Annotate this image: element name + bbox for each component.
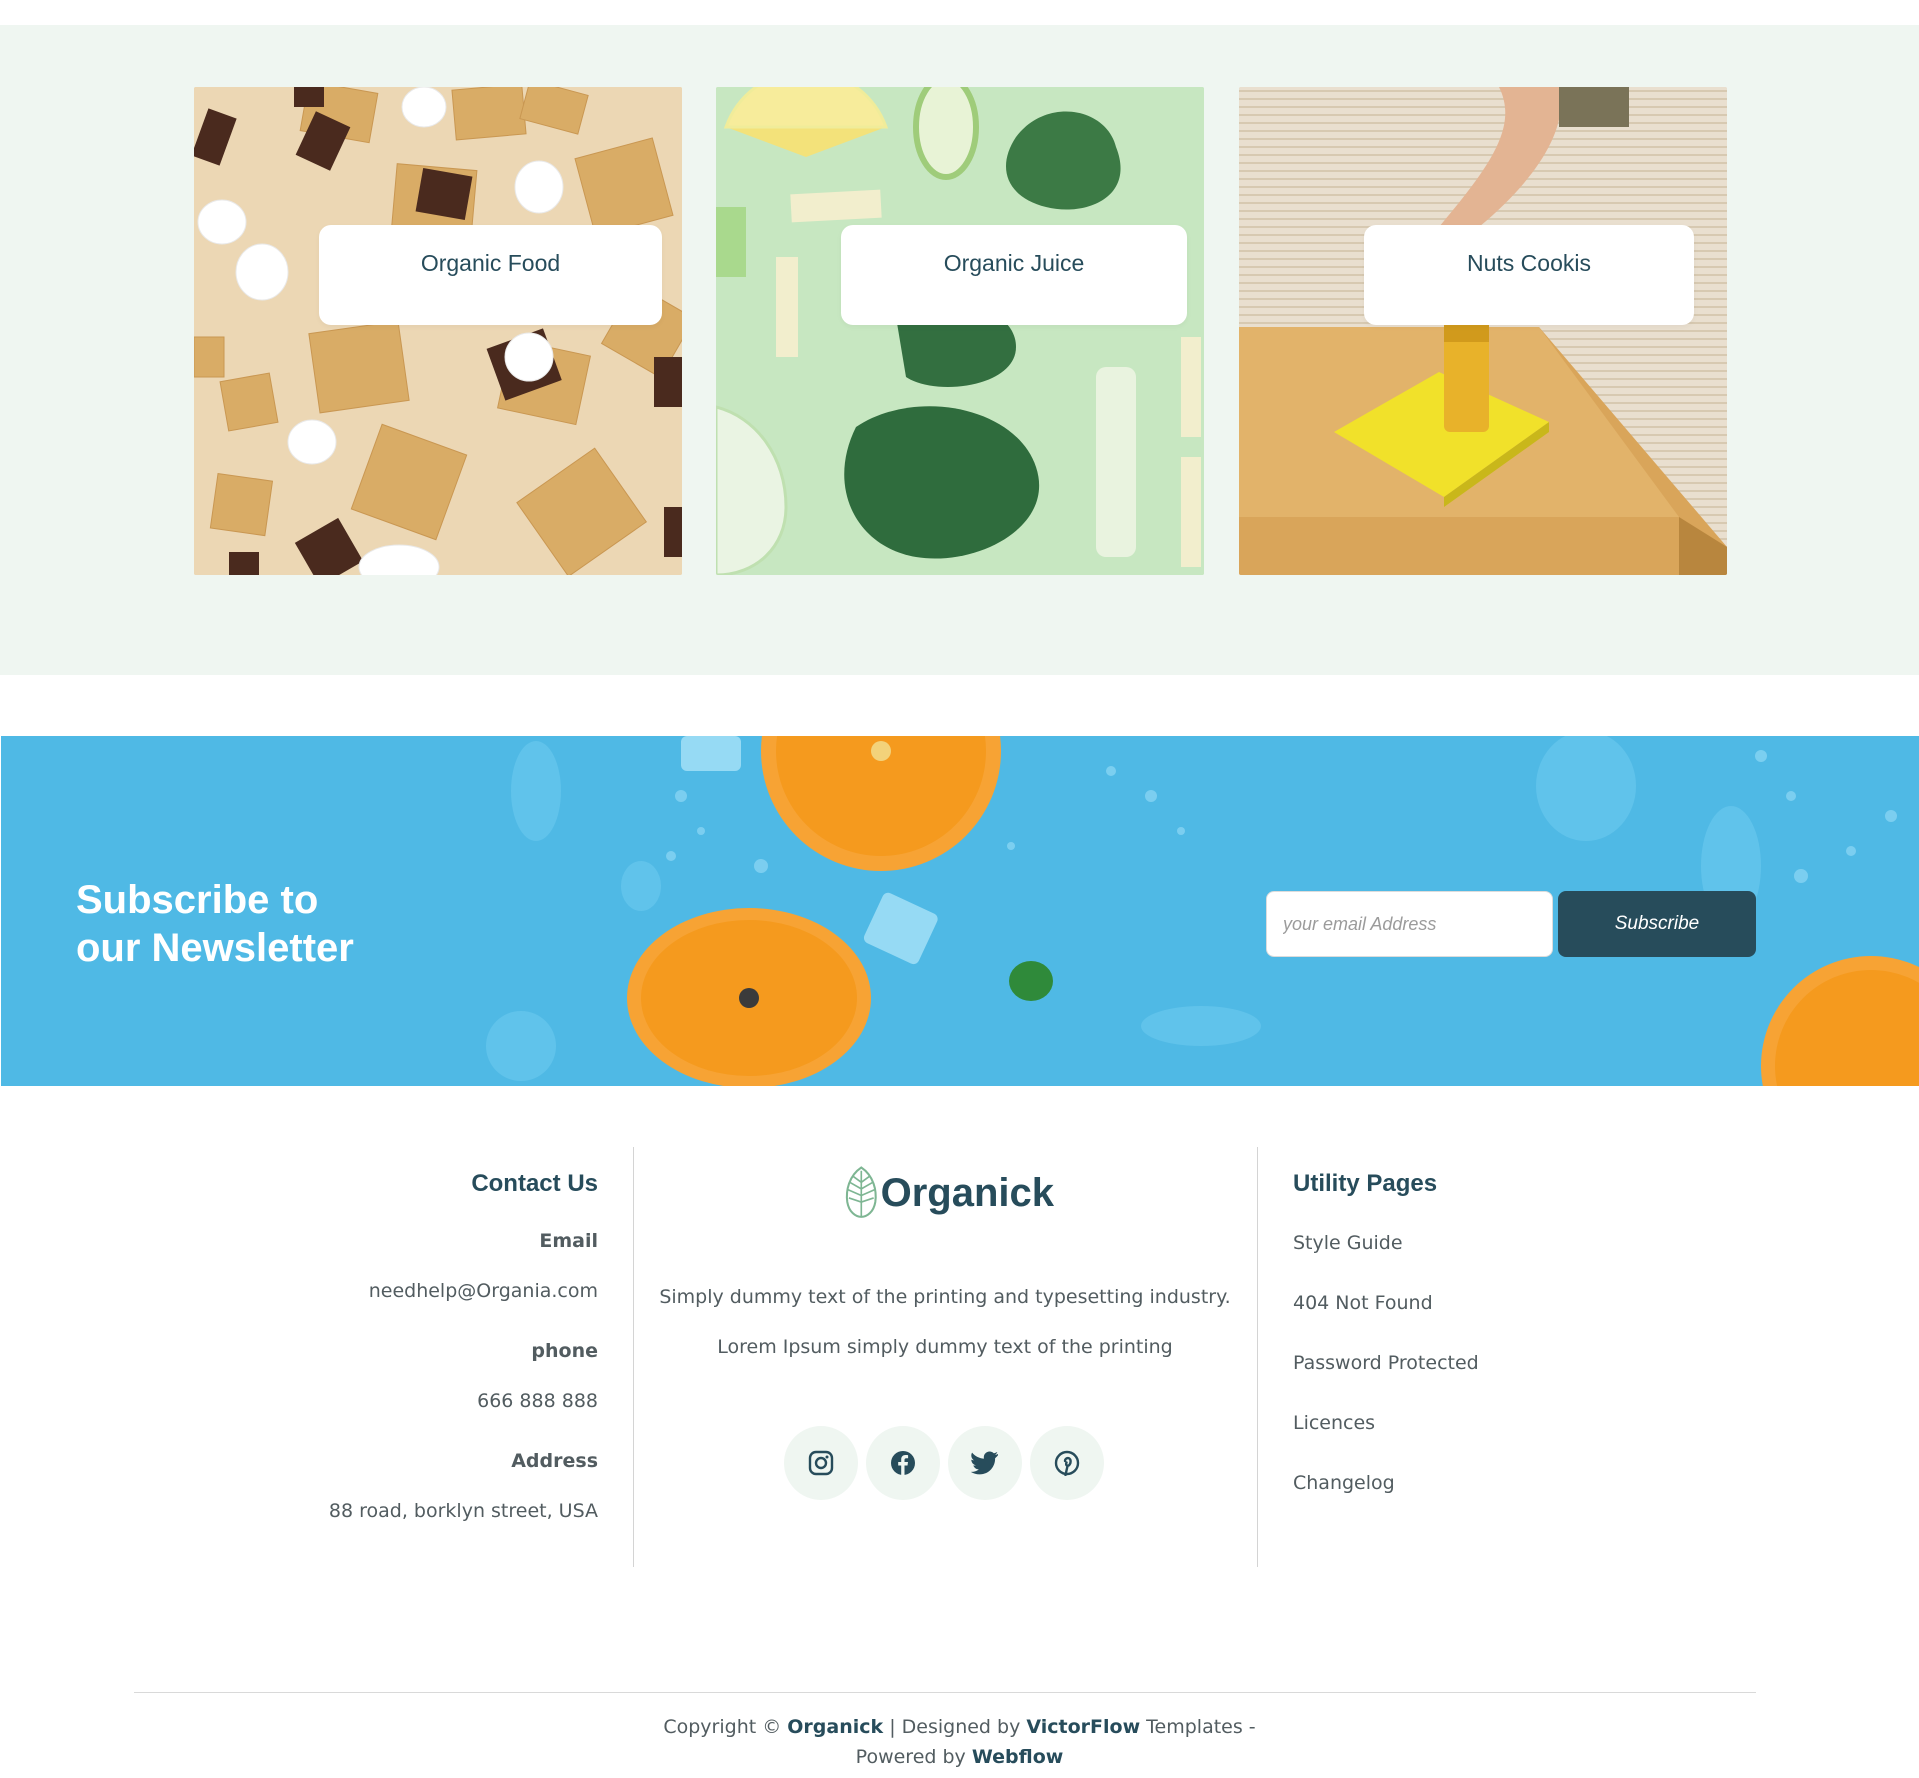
- category-label-box: Organic Food: [319, 225, 662, 325]
- category-section: Organic Food Organic Juice Nuts Cookis: [0, 25, 1919, 675]
- twitter-icon: [971, 1451, 998, 1475]
- copyright-prefix: Copyright ©: [663, 1716, 788, 1738]
- contact-heading: Contact Us: [471, 1170, 598, 1197]
- category-label: Organic Juice: [943, 249, 1085, 276]
- subscribe-button[interactable]: Subscribe: [1558, 891, 1756, 957]
- powered-by-link[interactable]: Webflow: [972, 1746, 1063, 1768]
- newsletter-email-input[interactable]: [1266, 891, 1553, 957]
- copyright-line1: Copyright © Organick | Designed by Victo…: [0, 1712, 1919, 1742]
- organic-juice-image: [716, 87, 1204, 575]
- copyright: Copyright © Organick | Designed by Victo…: [0, 1712, 1919, 1772]
- pinterest-icon: [1054, 1450, 1080, 1476]
- address-label: Address: [511, 1450, 598, 1472]
- newsletter-title: Subscribe to our Newsletter: [76, 876, 416, 972]
- pinterest-link[interactable]: [1030, 1426, 1104, 1500]
- category-label-box: Nuts Cookis: [1364, 225, 1694, 325]
- powered-prefix: Powered by: [855, 1746, 972, 1768]
- social-links: [784, 1426, 1104, 1500]
- facebook-icon: [891, 1451, 915, 1475]
- utility-link-style-guide[interactable]: Style Guide: [1293, 1232, 1403, 1254]
- twitter-link[interactable]: [948, 1426, 1022, 1500]
- address-value: 88 road, borklyn street, USA: [328, 1500, 598, 1522]
- email-label: Email: [539, 1230, 598, 1252]
- newsletter-title-line1: Subscribe to: [76, 878, 319, 922]
- footer-divider: [1257, 1147, 1258, 1567]
- footer-separator: [134, 1692, 1756, 1693]
- facebook-link[interactable]: [866, 1426, 940, 1500]
- utility-link-password-protected[interactable]: Password Protected: [1293, 1352, 1479, 1374]
- instagram-link[interactable]: [784, 1426, 858, 1500]
- copyright-designer[interactable]: VictorFlow: [1026, 1716, 1140, 1738]
- copyright-suffix: Templates -: [1140, 1716, 1256, 1738]
- newsletter-title-line2: our Newsletter: [76, 926, 354, 970]
- brand-description-line2: Lorem Ipsum simply dummy text of the pri…: [717, 1336, 1173, 1358]
- category-card-organic-juice[interactable]: Organic Juice: [716, 87, 1204, 575]
- organic-food-image: [194, 87, 682, 575]
- copyright-mid: | Designed by: [883, 1716, 1027, 1738]
- copyright-line2: Powered by Webflow: [0, 1742, 1919, 1772]
- category-label-box: Organic Juice: [841, 225, 1187, 325]
- copyright-brand[interactable]: Organick: [787, 1716, 883, 1738]
- brand-logo[interactable]: Organick: [844, 1158, 1054, 1228]
- brand-description-line1: Simply dummy text of the printing and ty…: [659, 1286, 1231, 1308]
- email-value[interactable]: needhelp@Organia.com: [369, 1280, 598, 1302]
- category-card-nuts-cookies[interactable]: Nuts Cookis: [1239, 87, 1727, 575]
- utility-link-licences[interactable]: Licences: [1293, 1412, 1375, 1434]
- leaf-logo-icon: [845, 1166, 877, 1218]
- category-label: Nuts Cookis: [1467, 249, 1591, 276]
- instagram-icon: [808, 1450, 834, 1476]
- brand-name: Organick: [880, 1170, 1054, 1215]
- newsletter-section: Subscribe to our Newsletter Subscribe: [1, 736, 1919, 1086]
- footer: Contact Us Email needhelp@Organia.com ph…: [0, 1086, 1919, 1778]
- phone-label: phone: [531, 1340, 598, 1362]
- nuts-cookies-image: [1239, 87, 1727, 575]
- utility-link-404[interactable]: 404 Not Found: [1293, 1292, 1433, 1314]
- category-label: Organic Food: [420, 249, 561, 276]
- utility-heading: Utility Pages: [1293, 1170, 1438, 1197]
- utility-link-changelog[interactable]: Changelog: [1293, 1472, 1395, 1494]
- phone-value[interactable]: 666 888 888: [477, 1390, 598, 1412]
- category-card-organic-food[interactable]: Organic Food: [194, 87, 682, 575]
